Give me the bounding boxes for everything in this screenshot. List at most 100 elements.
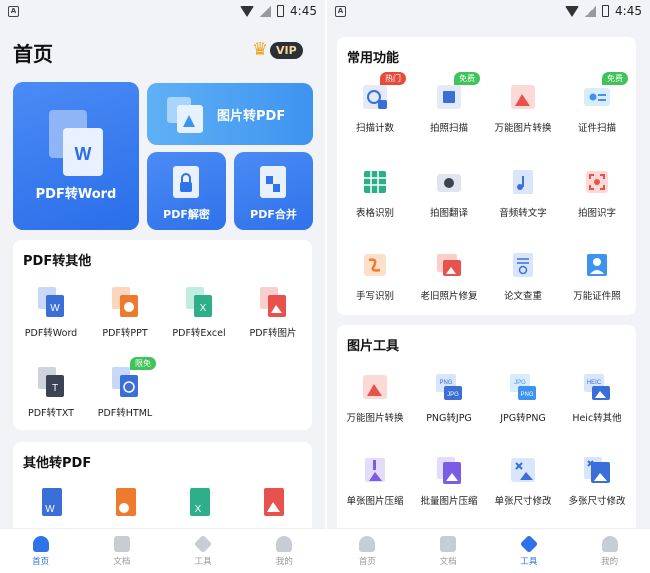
svg-text:X: X [195,504,202,515]
image-to-pdf-label: 图片转PDF [217,109,286,124]
pdf-to-excel-icon: X [184,287,214,317]
table-recognition-item[interactable]: 表格识别 [337,167,413,219]
image-to-pdf-icon [258,488,288,518]
pdf-to-word-item[interactable]: W PDF转Word [13,287,89,339]
scan-count-item[interactable]: 热门 扫描计数 [337,72,413,134]
photo-ocr-item[interactable]: 拍图识字 [559,167,635,219]
pdf-to-html-icon: 限免 [110,357,156,397]
section-title: 常用功能 [347,51,400,66]
pdf-merge-card[interactable]: PDF合并 [234,152,313,230]
single-size-edit-item[interactable]: 单张尺寸修改 [485,455,561,507]
lock-icon [173,166,199,198]
image-to-pdf-card[interactable]: 图片转PDF [147,83,313,145]
nav-home[interactable]: 首页 [0,529,81,573]
image-to-pdf-item[interactable] [235,488,311,518]
image-tools-section: 图片工具 万能图片转换 PNG JPG PNG转JPG JPG PNG JPG转PN… [337,325,636,535]
hot-badge: 热门 [380,72,406,85]
pdf-to-other-section: PDF转其他 W PDF转Word PDF转PPT X PDF转Excel PD… [13,240,312,430]
id-card-icon: 免费 [582,72,628,112]
svg-text:HEIC: HEIC [587,380,602,386]
handwriting-icon [360,250,390,280]
free-badge: 限免 [130,357,156,370]
bottom-nav: 首页 文档 工具 我的 [0,528,325,573]
free-badge: 免费 [454,72,480,85]
nav-documents[interactable]: 文档 [81,529,162,573]
folder-icon [113,536,130,552]
nav-profile[interactable]: 我的 [244,529,325,573]
jpg-to-png-item[interactable]: JPG PNG JPG转PNG [485,372,561,424]
image-to-pdf-icon [167,97,203,133]
wifi-icon [565,5,580,17]
audio-to-text-item[interactable]: 音频转文字 [485,167,561,219]
audio-icon [508,167,538,197]
section-title: PDF转其他 [23,254,92,269]
user-icon [276,536,293,552]
free-badge: 免费 [602,72,628,85]
notification-icon: A [8,5,19,17]
notification-icon: A [335,5,346,17]
id-photo-item[interactable]: 万能证件照 [559,250,635,302]
photo-translate-item[interactable]: 拍图翻译 [411,167,487,219]
svg-text:T: T [52,383,58,394]
svg-text:W: W [75,144,92,164]
svg-text:PNG: PNG [439,380,452,386]
batch-crop-icon [582,455,612,485]
folder-icon [440,536,457,552]
pdf-to-word-card[interactable]: W PDF转Word [13,82,139,230]
pdf-to-excel-item[interactable]: X PDF转Excel [161,287,237,339]
other-to-pdf-section: 其他转PDF W X [13,442,312,542]
nav-tools[interactable]: 工具 [489,529,570,573]
nav-profile[interactable]: 我的 [569,529,650,573]
pdf-to-ppt-item[interactable]: PDF转PPT [87,287,163,339]
pdf-to-image-icon [258,287,288,317]
pdf-merge-label: PDF合并 [250,208,297,221]
word-to-pdf-item[interactable]: W [13,488,89,518]
status-bar: A 4:45 [0,0,325,22]
battery-icon [277,5,285,17]
pdf-to-image-item[interactable]: PDF转图片 [235,287,311,339]
png-to-jpg-icon: PNG JPG [434,372,464,402]
pdf-decrypt-label: PDF解密 [163,208,210,221]
universal-image-convert-item[interactable]: 万能图片转换 [485,82,561,134]
status-bar: A 4:45 [327,0,650,22]
jpg-to-png-icon: JPG PNG [508,372,538,402]
svg-text:JPG: JPG [514,380,526,386]
compress-icon [360,455,390,485]
nav-home[interactable]: 首页 [327,529,408,573]
pdf-to-html-item[interactable]: 限免 PDF转HTML [87,357,163,419]
pdf-to-word-icon: W [36,287,66,317]
nav-documents[interactable]: 文档 [408,529,489,573]
pdf-to-ppt-icon [110,287,140,317]
excel-to-pdf-item[interactable]: X [161,488,237,518]
png-to-jpg-item[interactable]: PNG JPG PNG转JPG [411,372,487,424]
scan-count-icon: 热门 [360,72,406,112]
signal-icon [585,5,597,17]
handwriting-recognition-item[interactable]: 手写识别 [337,250,413,302]
id-scan-item[interactable]: 免费 证件扫描 [559,72,635,134]
ocr-icon [582,167,612,197]
batch-size-edit-item[interactable]: 多张尺寸修改 [559,455,635,507]
nav-tools[interactable]: 工具 [163,529,244,573]
merge-icon [260,166,286,198]
thesis-check-item[interactable]: 论文查重 [485,250,561,302]
image-convert-icon [360,372,390,402]
pdf-to-txt-item[interactable]: T PDF转TXT [13,367,89,419]
universal-image-convert-item[interactable]: 万能图片转换 [337,372,413,424]
single-image-compress-item[interactable]: 单张图片压缩 [337,455,413,507]
svg-text:W: W [50,303,60,314]
ppt-to-pdf-item[interactable] [87,488,163,518]
photo-scan-item[interactable]: 免费 拍照扫描 [411,72,487,134]
photo-scan-icon: 免费 [434,72,480,112]
heic-to-other-item[interactable]: HEIC Heic转其他 [559,372,635,424]
pdf-decrypt-card[interactable]: PDF解密 [147,152,226,230]
old-photo-restore-item[interactable]: 老旧照片修复 [411,250,487,302]
vip-button[interactable]: ♛ VIP [252,40,303,60]
status-time: 4:45 [615,4,642,18]
section-title: 图片工具 [347,339,400,354]
vip-label: VIP [270,41,303,59]
svg-text:PNG: PNG [520,392,533,398]
status-time: 4:45 [290,4,317,18]
batch-image-compress-item[interactable]: 批量图片压缩 [411,455,487,507]
document-search-icon [508,250,538,280]
ppt-to-pdf-icon [110,488,140,518]
